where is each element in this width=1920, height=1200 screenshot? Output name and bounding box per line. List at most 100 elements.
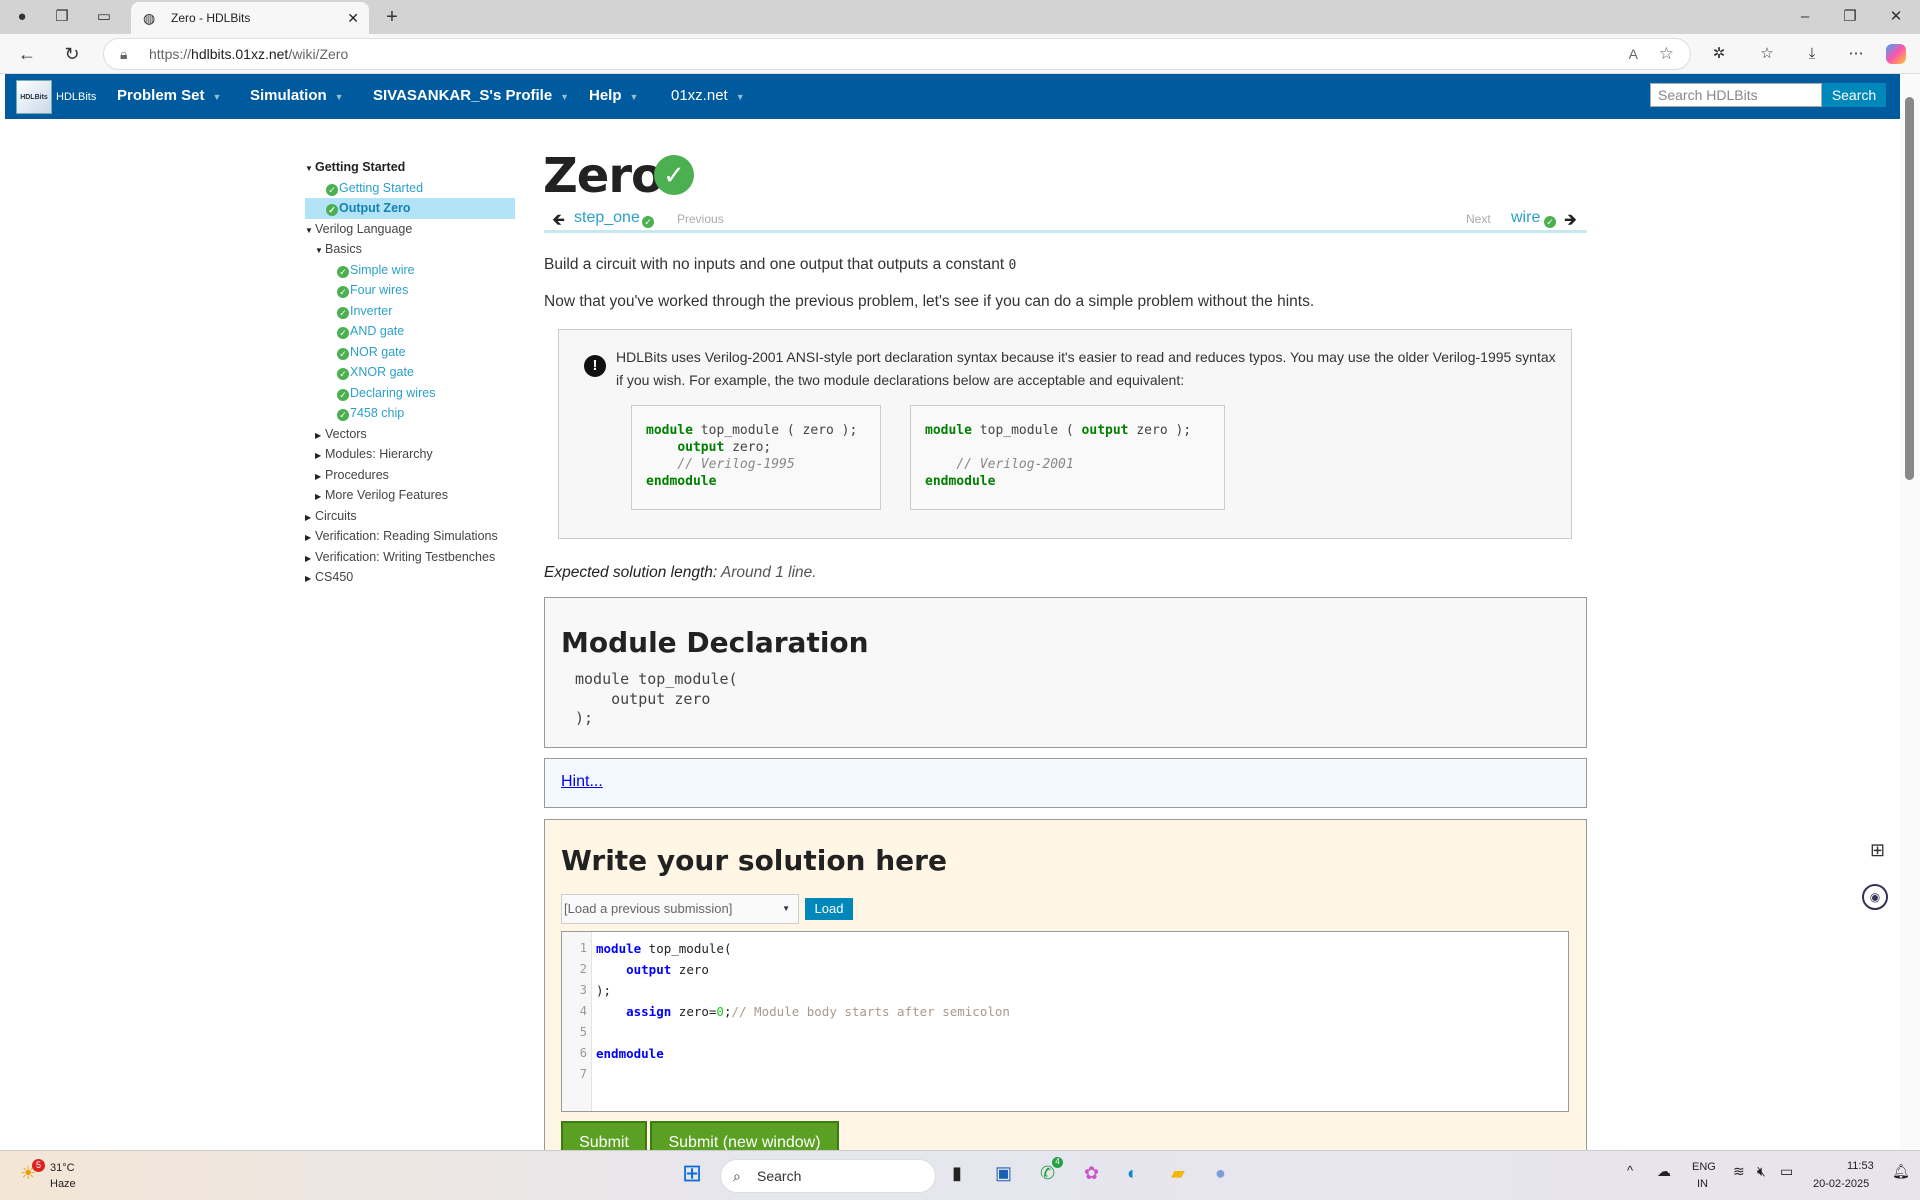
next-link[interactable]: wire (1511, 209, 1540, 227)
nav-problem-set[interactable]: Problem Set ▼ (117, 87, 221, 104)
sidebar-item[interactable]: ✓ 7458 chip (305, 403, 515, 424)
new-tab-icon[interactable]: + (382, 7, 402, 27)
profile-r-icon[interactable]: ● (1215, 1163, 1226, 1184)
caret-down-icon[interactable]: ▼ (305, 159, 315, 180)
favorite-star-icon[interactable]: ☆ (1659, 39, 1674, 69)
read-aloud-icon[interactable]: A (1629, 39, 1638, 69)
sidebar-item[interactable]: ▶ Verification: Writing Testbenches (305, 547, 515, 568)
terminal-icon[interactable]: ▮ (952, 1163, 962, 1184)
notification-icon[interactable]: 🔔︎ (1892, 1163, 1910, 1180)
caret-down-icon[interactable]: ▼ (315, 241, 325, 262)
close-window-icon[interactable]: ✕ (1886, 7, 1906, 27)
prev-link[interactable]: step_one (574, 209, 640, 227)
load-button[interactable]: Load (805, 898, 853, 920)
profile-icon[interactable]: ● (12, 7, 32, 27)
caret-right-icon[interactable]: ▶ (305, 569, 315, 590)
nav-help[interactable]: Help ▼ (589, 87, 638, 104)
downloads-icon[interactable]: ⤓ (1802, 44, 1822, 64)
arrow-right-icon[interactable]: 🡺 (1564, 209, 1577, 236)
search-button[interactable]: Search (1822, 83, 1886, 107)
address-bar[interactable]: 🔒︎ https://hdlbits.01xz.net/wiki/Zero A … (103, 38, 1691, 70)
sidebar-item[interactable]: ▼ Verilog Language (305, 219, 515, 240)
hint-link[interactable]: Hint... (561, 773, 603, 791)
sidebar-item[interactable]: ✓ AND gate (305, 321, 515, 342)
sidebar-item[interactable]: ✓ Output Zero (305, 198, 515, 219)
copilot-icon[interactable] (1886, 44, 1906, 64)
sidebar-item[interactable]: ▶ Vectors (305, 424, 515, 445)
language[interactable]: ENG (1692, 1161, 1716, 1173)
note-box: ! HDLBits uses Verilog-2001 ANSI-style p… (558, 329, 1572, 539)
back-icon[interactable]: ← (17, 44, 37, 64)
browser-tab-bar: ● ❐ ▭ ◍ Zero - HDLBits ✕ + – ❐ ✕ (0, 0, 1920, 34)
assistant-icon[interactable]: ◉ (1862, 884, 1888, 910)
caret-right-icon[interactable]: ▶ (315, 446, 325, 467)
more-icon[interactable]: ⋯ (1846, 44, 1866, 64)
solution-title: Write your solution here (561, 844, 947, 877)
onedrive-icon[interactable]: ☁ (1657, 1163, 1671, 1180)
sidebar-item[interactable]: ✓ Inverter (305, 301, 515, 322)
restore-icon[interactable]: ❐ (1840, 7, 1860, 27)
nav-01xz[interactable]: 01xz.net ▼ (671, 87, 745, 104)
module-declaration-box: Module Declaration module top_module( ou… (544, 597, 1587, 748)
sidebar-item[interactable]: ▶ Circuits (305, 506, 515, 527)
scrollbar-thumb[interactable] (1905, 97, 1914, 480)
caret-right-icon[interactable]: ▶ (315, 467, 325, 488)
clock-time[interactable]: 11:53 (1847, 1160, 1874, 1172)
arrow-left-icon[interactable]: 🡸 (552, 209, 565, 236)
sidebar-item[interactable]: ✓ NOR gate (305, 342, 515, 363)
hdlbits-logo[interactable]: HDLBits (16, 80, 52, 114)
chevron-up-icon[interactable]: ^ (1627, 1163, 1633, 1178)
sidebar-item[interactable]: ▶ Modules: Hierarchy (305, 444, 515, 465)
edge-icon[interactable]: ◐ (1127, 1163, 1138, 1184)
sidebar-item[interactable]: ✓ Four wires (305, 280, 515, 301)
taskbar: ☀ 5 31°C Haze ⊞ ⌕ Search ▮ ▣ ✆ 4 ✿ ◐ ▰ ● … (0, 1150, 1920, 1200)
favorites-icon[interactable]: ☆ (1757, 44, 1777, 64)
nav-profile[interactable]: SIVASANKAR_S's Profile ▼ (373, 87, 569, 104)
caret-right-icon[interactable]: ▶ (305, 508, 315, 529)
collections-icon[interactable]: ❐ (52, 7, 72, 27)
close-tab-icon[interactable]: ✕ (347, 2, 359, 34)
store-icon[interactable]: ▣ (995, 1163, 1012, 1184)
mute-icon[interactable]: 🔇︎ (1757, 1163, 1766, 1180)
vertical-tabs-icon[interactable]: ▭ (94, 7, 114, 27)
sidebar-item[interactable]: ✓ Simple wire (305, 260, 515, 281)
editor-code[interactable]: module top_module( output zero ); assign… (596, 938, 1010, 1064)
extensions-icon[interactable]: ✲ (1709, 44, 1729, 64)
sidebar-item[interactable]: ✓ XNOR gate (305, 362, 515, 383)
sidebar-item[interactable]: ▶ CS450 (305, 567, 515, 588)
browser-tab[interactable]: ◍ Zero - HDLBits ✕ (131, 2, 369, 34)
windows-start-icon[interactable]: ⊞ (682, 1159, 702, 1188)
check-icon: ✓ (337, 306, 349, 319)
caret-right-icon[interactable]: ▶ (315, 487, 325, 508)
sidebar-item-label: 7458 chip (350, 406, 405, 420)
intro-paragraph: Build a circuit with no inputs and one o… (544, 256, 1017, 273)
logo-text[interactable]: HDLBits (56, 91, 96, 103)
wifi-icon[interactable]: ≋ (1733, 1163, 1745, 1180)
file-explorer-icon[interactable]: ▰ (1171, 1163, 1185, 1184)
sidebar-item[interactable]: ▶ Procedures (305, 465, 515, 486)
refresh-icon[interactable]: ↻ (62, 44, 82, 64)
minimize-icon[interactable]: – (1795, 7, 1815, 27)
clock-date[interactable]: 20-02-2025 (1813, 1178, 1869, 1190)
caret-down-icon[interactable]: ▼ (305, 221, 315, 242)
module-declaration-code: module top_module( output zero ); (575, 670, 738, 727)
taskbar-search[interactable]: ⌕ Search (720, 1159, 936, 1193)
page-title: Zero (543, 148, 664, 204)
code-editor[interactable]: 1 2 3 4 5 6 7 module top_module( output … (561, 931, 1569, 1112)
sidebar-item[interactable]: ▶ Verification: Reading Simulations (305, 526, 515, 547)
prev-next-bar: 🡸 step_one ✓ Previous Next wire ✓ 🡺 (544, 206, 1587, 233)
caret-right-icon[interactable]: ▶ (315, 426, 325, 447)
caret-right-icon[interactable]: ▶ (305, 528, 315, 549)
search-input[interactable]: Search HDLBits (1650, 83, 1822, 107)
sidebar-item[interactable]: ✓ Getting Started (305, 178, 515, 199)
caret-right-icon[interactable]: ▶ (305, 549, 315, 570)
sidebar-item[interactable]: ▼ Basics (305, 239, 515, 260)
apps-icon[interactable]: ⊞ (1870, 840, 1885, 861)
sidebar-item[interactable]: ▶ More Verilog Features (305, 485, 515, 506)
sidebar-item[interactable]: ▼ Getting Started (305, 157, 515, 178)
battery-icon[interactable]: ▭ (1780, 1163, 1793, 1180)
copilot-taskbar-icon[interactable]: ✿ (1084, 1163, 1099, 1184)
nav-simulation[interactable]: Simulation ▼ (250, 87, 344, 104)
sidebar-item[interactable]: ✓ Declaring wires (305, 383, 515, 404)
previous-submission-select[interactable]: [Load a previous submission] ▼ (561, 894, 799, 924)
